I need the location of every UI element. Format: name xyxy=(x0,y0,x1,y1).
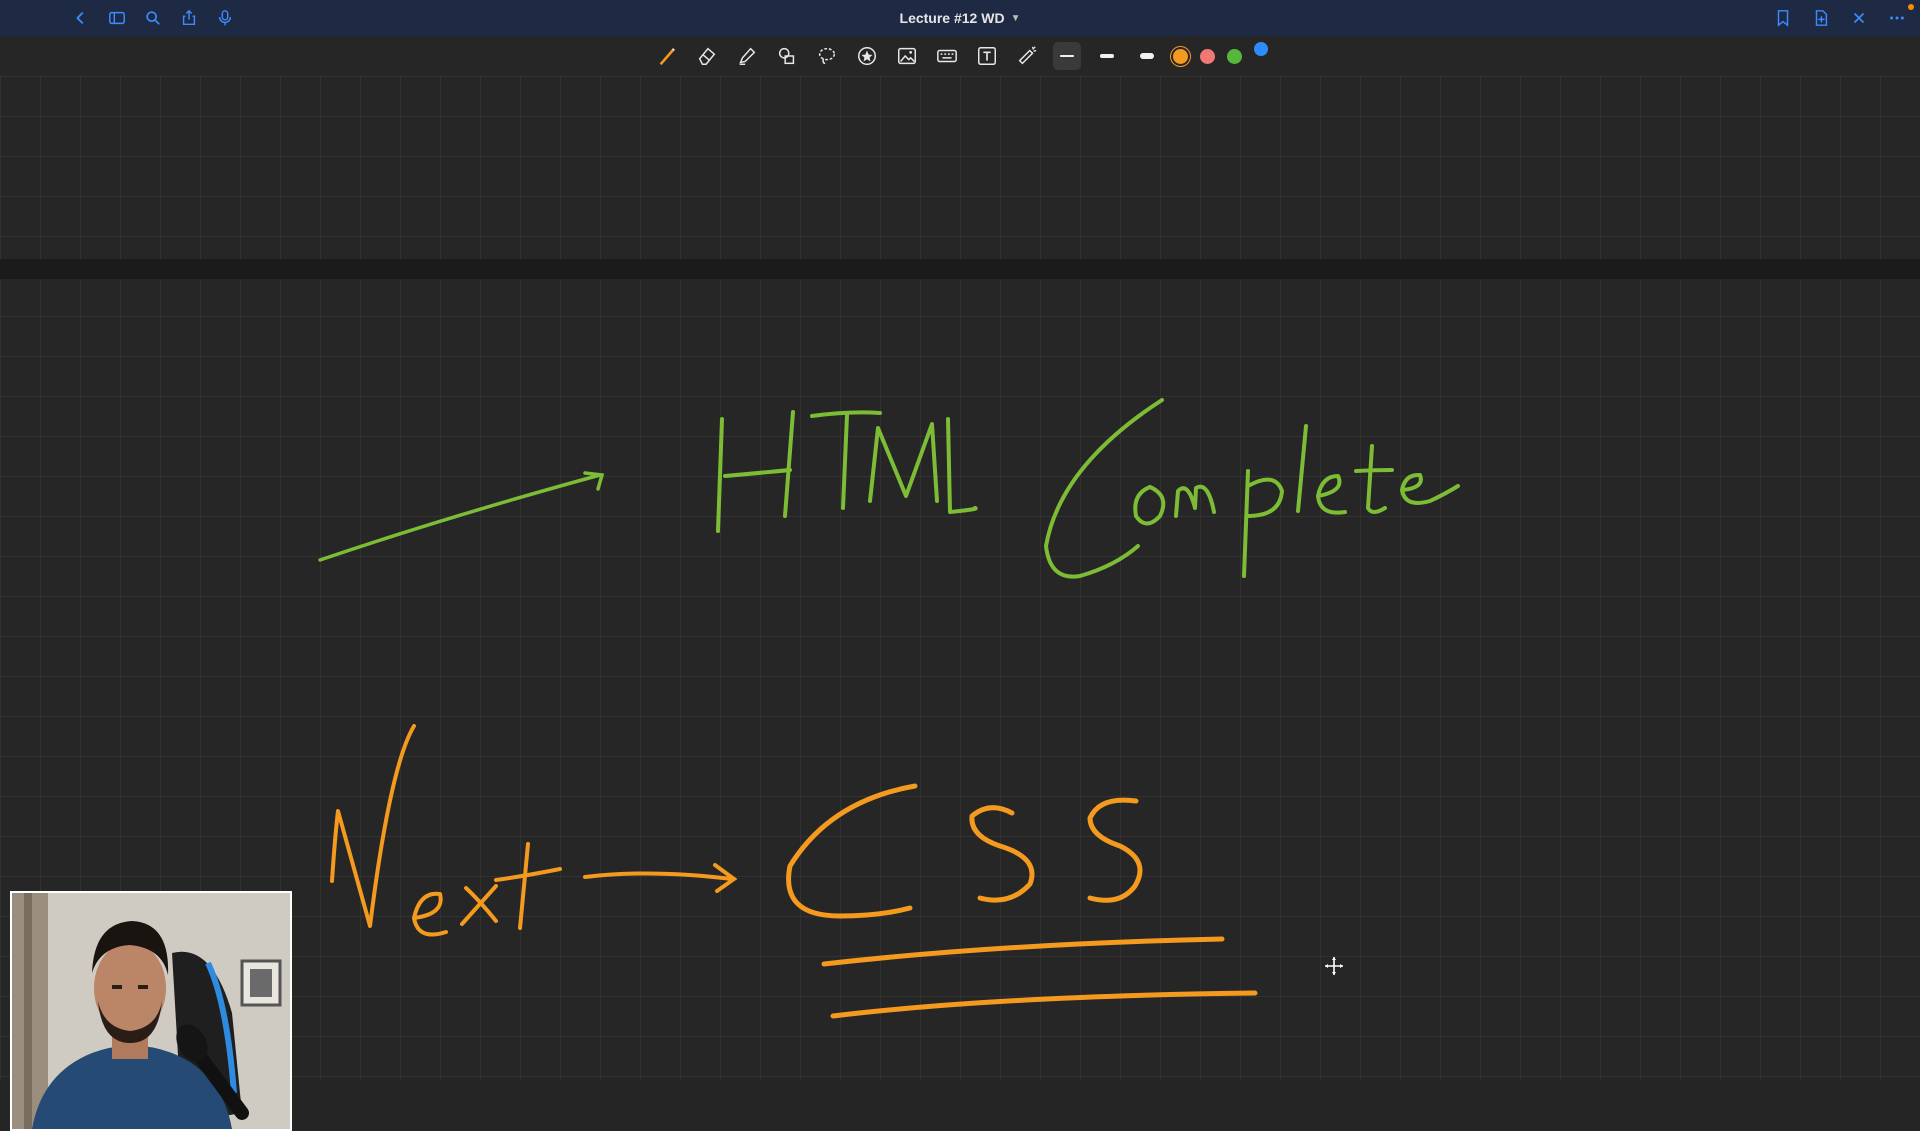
sticker-tool[interactable] xyxy=(853,42,881,70)
double-underline xyxy=(821,936,1258,1019)
green-arrow xyxy=(318,471,605,562)
stroke-thin-sample xyxy=(1059,55,1074,57)
move-cursor-icon xyxy=(1325,957,1343,975)
color-picker-button[interactable] xyxy=(1253,42,1268,56)
stroke-thin[interactable] xyxy=(1052,42,1081,70)
drawing-toolbar xyxy=(0,36,1920,76)
text-tool[interactable] xyxy=(973,42,1001,70)
recording-indicator xyxy=(1908,4,1914,10)
handwriting-next xyxy=(330,724,562,937)
bookmark-icon[interactable] xyxy=(1772,7,1794,29)
stroke-thick[interactable] xyxy=(1133,42,1161,70)
share-icon[interactable] xyxy=(178,7,200,29)
color-orange[interactable] xyxy=(1172,48,1188,64)
handwriting-html xyxy=(716,410,978,533)
webcam-overlay xyxy=(10,891,292,1131)
presenter-video xyxy=(12,893,290,1129)
search-icon[interactable] xyxy=(142,7,164,29)
orange-arrow xyxy=(583,863,738,893)
laser-pointer-tool[interactable] xyxy=(1013,42,1041,70)
document-title-text: Lecture #12 WD xyxy=(899,10,1005,26)
more-icon[interactable] xyxy=(1886,7,1908,29)
keyboard-tool[interactable] xyxy=(933,42,961,70)
eraser-tool[interactable] xyxy=(693,42,721,70)
stroke-medium-sample xyxy=(1099,54,1114,58)
handwriting-complete xyxy=(1044,398,1460,579)
pen-tool[interactable] xyxy=(653,42,681,70)
color-green[interactable] xyxy=(1226,48,1242,64)
chevron-down-icon: ▼ xyxy=(1010,12,1021,24)
close-icon[interactable] xyxy=(1848,7,1870,29)
sidebar-icon[interactable] xyxy=(106,7,128,29)
lasso-tool[interactable] xyxy=(813,42,841,70)
color-pink[interactable] xyxy=(1199,48,1215,64)
title-bar-left-group xyxy=(70,0,236,36)
shapes-tool[interactable] xyxy=(773,42,801,70)
stroke-medium[interactable] xyxy=(1093,42,1121,70)
note-canvas[interactable] xyxy=(0,76,1920,1131)
document-title[interactable]: Lecture #12 WD ▼ xyxy=(900,10,1021,26)
back-icon[interactable] xyxy=(70,7,92,29)
title-bar: Lecture #12 WD ▼ xyxy=(0,0,1920,37)
stroke-thick-sample xyxy=(1139,53,1154,59)
handwriting-css xyxy=(786,783,1143,919)
highlighter-tool[interactable] xyxy=(733,42,761,70)
microphone-icon[interactable] xyxy=(214,7,236,29)
add-page-icon[interactable] xyxy=(1810,7,1832,29)
image-tool[interactable] xyxy=(893,42,921,70)
title-bar-right-group xyxy=(1772,0,1908,36)
